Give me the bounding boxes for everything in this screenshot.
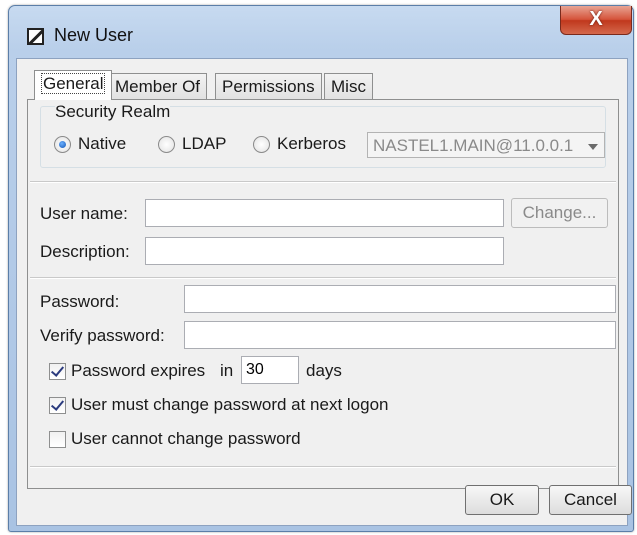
- cancel-button[interactable]: Cancel: [549, 485, 632, 515]
- must-change-password-checkbox[interactable]: [49, 397, 66, 414]
- dialog-client-area: General Member Of Permissions Misc Secur…: [16, 58, 628, 526]
- password-expires-in-label: in: [220, 361, 234, 380]
- separator: [30, 466, 616, 468]
- general-tab-panel: Security Realm Native LDAP Kerberos NAST…: [27, 99, 619, 489]
- username-label: User name:: [40, 204, 128, 223]
- password-expires-label: Password expires: [71, 361, 206, 380]
- password-label: Password:: [40, 292, 120, 311]
- close-icon: X: [589, 8, 603, 30]
- tab-permissions[interactable]: Permissions: [215, 73, 322, 100]
- chevron-down-icon[interactable]: [588, 144, 598, 150]
- must-change-password-label: User must change password at next logon: [71, 395, 389, 414]
- cannot-change-password-checkbox[interactable]: [49, 431, 66, 448]
- separator: [30, 181, 616, 183]
- expires-days-input[interactable]: [241, 356, 299, 384]
- title-bar[interactable]: New User X: [9, 6, 633, 58]
- change-button[interactable]: Change...: [511, 198, 608, 228]
- tab-member-of[interactable]: Member Of: [108, 73, 208, 100]
- radio-kerberos-label: Kerberos: [277, 134, 346, 153]
- realm-domain-select[interactable]: NASTEL1.MAIN@11.0.0.1: [367, 132, 605, 158]
- radio-native-label: Native: [78, 134, 127, 153]
- password-expires-checkbox[interactable]: [49, 363, 66, 380]
- description-label: Description:: [40, 242, 130, 261]
- description-input[interactable]: [145, 237, 504, 265]
- ok-button[interactable]: OK: [465, 485, 539, 515]
- radio-button-selected[interactable]: [54, 136, 71, 153]
- close-button[interactable]: X: [560, 6, 632, 35]
- radio-button[interactable]: [158, 136, 175, 153]
- new-user-dialog: New User X General Member Of Permissions…: [8, 5, 634, 532]
- tab-misc[interactable]: Misc: [324, 73, 373, 100]
- expires-days-unit: days: [306, 361, 342, 380]
- radio-ldap-label: LDAP: [182, 134, 227, 153]
- verify-password-input[interactable]: [184, 321, 616, 349]
- radio-button[interactable]: [253, 136, 270, 153]
- cannot-change-password-label: User cannot change password: [71, 429, 301, 448]
- tab-general[interactable]: General: [34, 70, 113, 100]
- realm-domain-value: NASTEL1.MAIN@11.0.0.1: [373, 136, 574, 155]
- username-input[interactable]: [145, 199, 504, 227]
- window-title: New User: [54, 25, 134, 45]
- password-input[interactable]: [184, 285, 616, 313]
- window-icon: [27, 28, 44, 45]
- verify-password-label: Verify password:: [40, 326, 165, 345]
- separator: [30, 277, 616, 279]
- tab-label: General: [41, 73, 106, 94]
- security-realm-legend: Security Realm: [55, 102, 171, 122]
